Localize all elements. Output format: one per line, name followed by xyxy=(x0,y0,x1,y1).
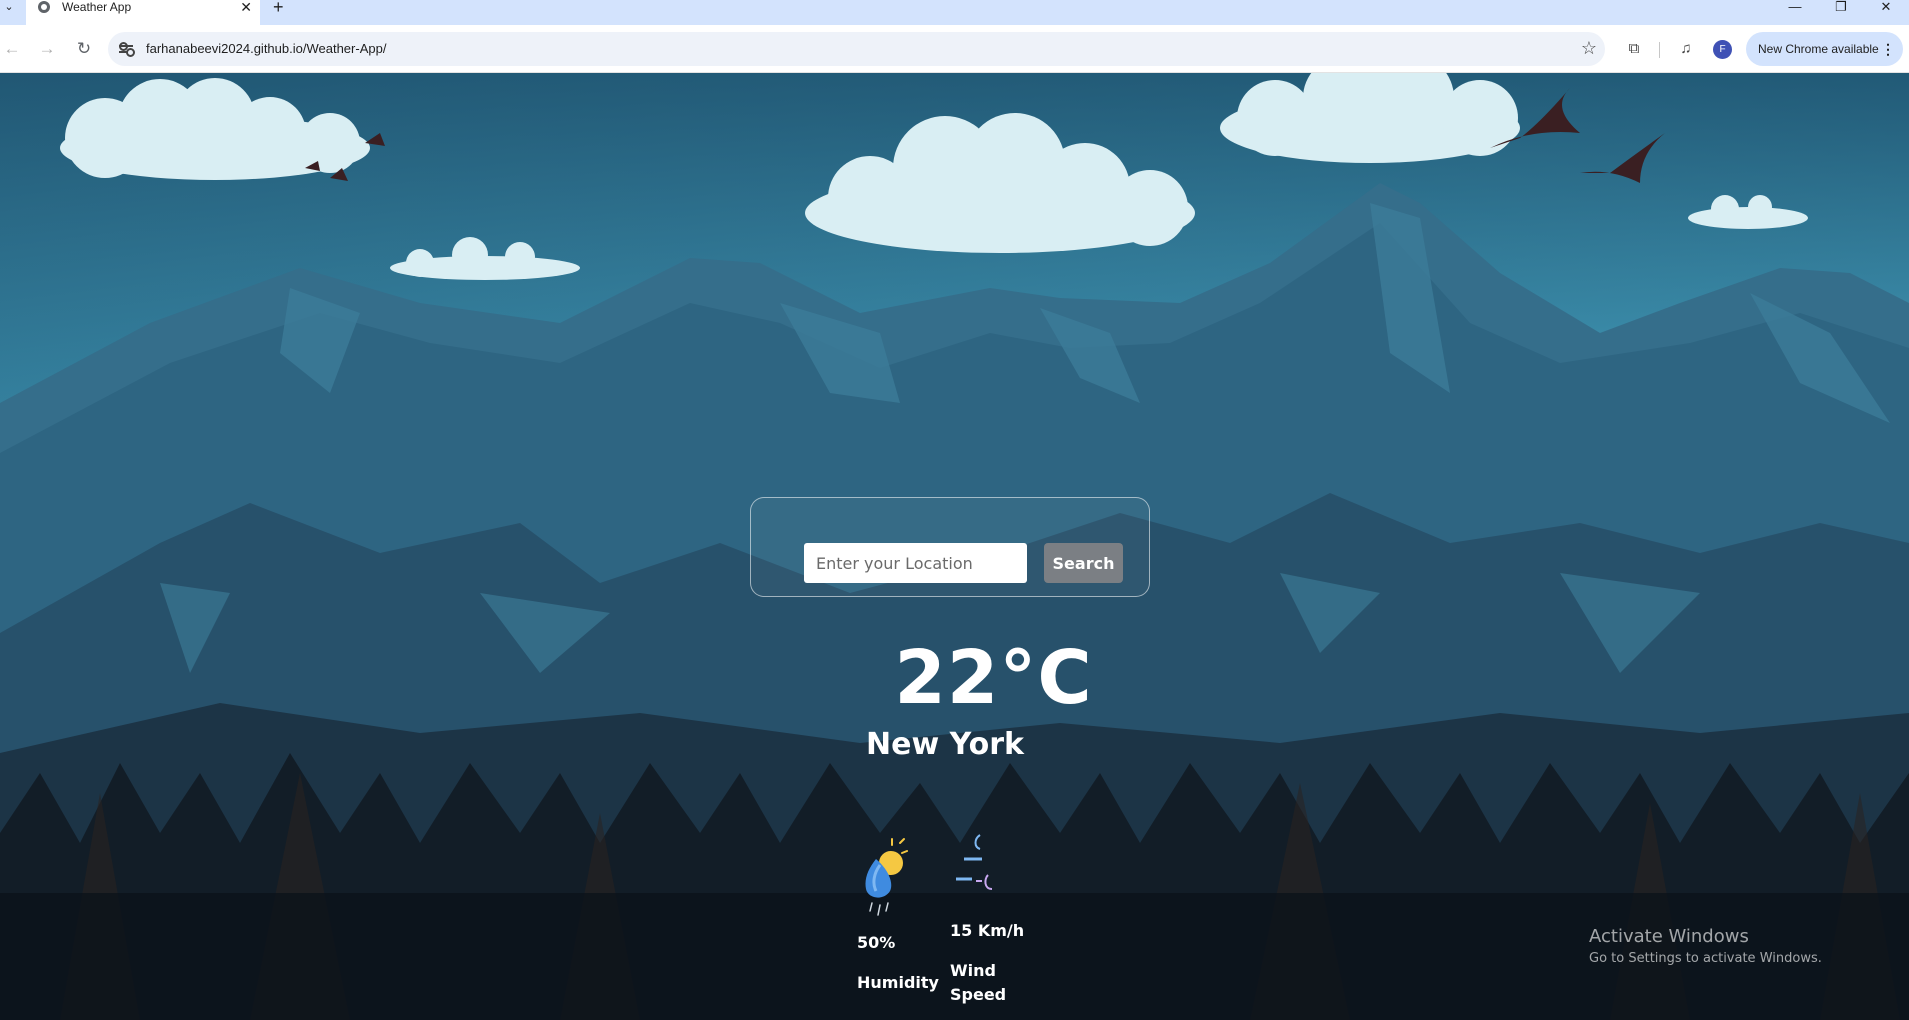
tab-search-chevron-icon[interactable]: ⌄ xyxy=(2,0,16,14)
search-button[interactable]: Search xyxy=(1044,543,1123,583)
watermark-subtitle: Go to Settings to activate Windows. xyxy=(1589,951,1822,966)
more-menu-icon[interactable]: ⋮ xyxy=(1881,32,1895,66)
search-panel: Search xyxy=(750,497,1150,597)
tab-strip: ⌄ Weather App ✕ + — ❐ ✕ xyxy=(0,0,1909,25)
minimize-button[interactable]: — xyxy=(1772,0,1818,14)
tab-weather-app[interactable]: Weather App ✕ xyxy=(26,0,260,25)
new-tab-button[interactable]: + xyxy=(273,0,284,16)
bookmark-star-icon[interactable]: ☆ xyxy=(1581,38,1597,58)
tab-close-icon[interactable]: ✕ xyxy=(240,0,252,14)
media-controls-icon[interactable]: ♫ xyxy=(1675,38,1697,60)
wind-speed-label: Wind Speed xyxy=(950,961,1007,1004)
close-window-button[interactable]: ✕ xyxy=(1863,0,1909,14)
forward-button[interactable]: → xyxy=(35,37,59,61)
watermark-title: Activate Windows xyxy=(1589,926,1749,947)
address-bar[interactable]: farhanabeevi2024.github.io/Weather-App/ … xyxy=(108,32,1605,66)
page-viewport: Search 22°C New York 50% Humidity 15 Km/… xyxy=(0,73,1909,1020)
weather-card: Search 22°C New York 50% Humidity 15 Km/… xyxy=(0,73,1909,1020)
url-text[interactable]: farhanabeevi2024.github.io/Weather-App/ xyxy=(146,41,386,57)
windows-activation-watermark: Activate Windows Go to Settings to activ… xyxy=(1589,925,1822,969)
toolbar-divider xyxy=(1659,42,1660,58)
wind-speed-value: 15 Km/h xyxy=(950,921,1025,940)
profile-avatar[interactable]: F xyxy=(1713,40,1732,59)
reload-button[interactable]: ↻ xyxy=(72,37,96,61)
temperature-reading: 22°C xyxy=(894,635,1093,721)
extensions-puzzle-icon[interactable]: ⧉ xyxy=(1623,38,1645,60)
humidity-value: 50% xyxy=(857,933,896,952)
location-search-input[interactable] xyxy=(804,543,1027,583)
wind-icon xyxy=(956,834,993,890)
update-label: New Chrome available xyxy=(1758,42,1879,56)
browser-toolbar: ← → ↻ farhanabeevi2024.github.io/Weather… xyxy=(0,25,1909,73)
city-name: New York xyxy=(866,727,1024,762)
chrome-update-button[interactable]: New Chrome available ⋮ xyxy=(1746,32,1903,66)
globe-icon xyxy=(38,1,50,13)
site-info-icon[interactable] xyxy=(118,41,135,57)
rain-cloud-icon xyxy=(865,838,908,916)
back-button[interactable]: ← xyxy=(0,37,24,61)
restore-button[interactable]: ❐ xyxy=(1818,0,1864,14)
humidity-label: Humidity xyxy=(857,973,939,992)
tab-title: Weather App xyxy=(62,0,132,14)
